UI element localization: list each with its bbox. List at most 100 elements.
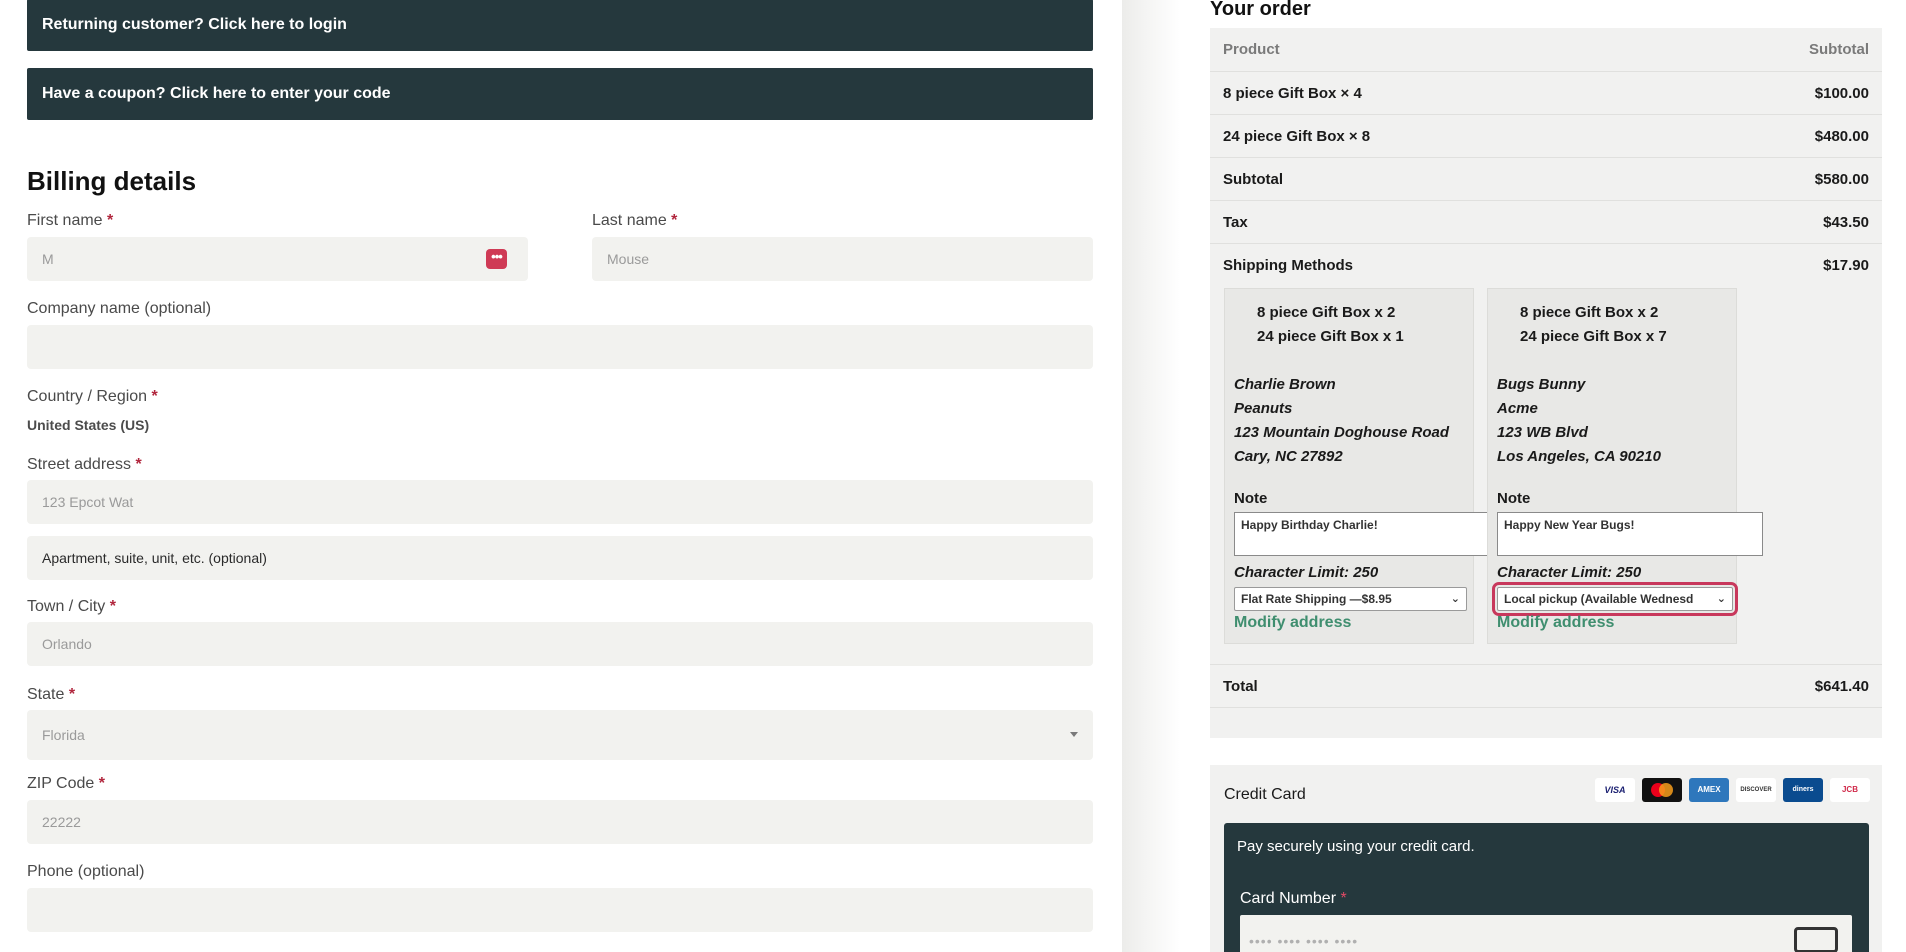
first-name-input[interactable]: M ••• — [27, 237, 528, 281]
shipping-method-select[interactable]: Flat Rate Shipping —$8.95 ⌄ — [1234, 587, 1467, 611]
street-address-value: 123 Epcot Wat — [42, 494, 134, 510]
town-city-label: Town / City * — [27, 598, 116, 616]
required-mark: * — [135, 456, 142, 473]
tax-value: $43.50 — [1823, 214, 1869, 231]
street-address-input[interactable]: 123 Epcot Wat — [27, 480, 1093, 524]
card-number-label: Card Number * — [1240, 890, 1347, 908]
address-line: Peanuts — [1234, 400, 1293, 417]
password-manager-icon[interactable]: ••• — [486, 249, 507, 269]
required-mark: * — [68, 686, 76, 703]
chevron-down-icon: ⌄ — [1450, 593, 1460, 605]
modify-address-link[interactable]: Modify address — [1234, 614, 1351, 632]
shipping-package-2: 8 piece Gift Box x 2 24 piece Gift Box x… — [1487, 288, 1763, 644]
address-line: Charlie Brown — [1234, 376, 1336, 393]
shipping-methods-label: Shipping Methods — [1223, 257, 1353, 274]
package-address: Charlie Brown Peanuts 123 Mountain Dogho… — [1234, 373, 1449, 469]
modify-address-link[interactable]: Modify address — [1497, 614, 1614, 632]
card-number-placeholder: •••• •••• •••• •••• — [1249, 933, 1359, 949]
amex-icon: AMEX — [1689, 778, 1729, 802]
total-label: Total — [1223, 678, 1258, 695]
state-label: State * — [27, 686, 75, 704]
tax-row: Tax $43.50 — [1210, 200, 1882, 243]
package-items: 8 piece Gift Box x 2 24 piece Gift Box x… — [1520, 301, 1667, 349]
required-mark: * — [109, 598, 116, 615]
zip-code-value: 22222 — [42, 814, 81, 830]
zip-code-label-text: ZIP Code — [27, 775, 95, 792]
company-name-input[interactable] — [27, 325, 1093, 369]
subtotal-label: Subtotal — [1223, 171, 1283, 188]
jcb-icon: JCB — [1830, 778, 1870, 802]
town-city-input[interactable]: Orlando — [27, 622, 1093, 666]
pay-securely-text: Pay securely using your credit card. — [1237, 838, 1475, 855]
last-name-input[interactable]: Mouse — [592, 237, 1093, 281]
diners-club-icon: diners — [1783, 778, 1823, 802]
town-city-label-text: Town / City — [27, 598, 106, 615]
address-line: Acme — [1497, 400, 1538, 417]
returning-customer-login-notice[interactable]: Returning customer? Click here to login — [27, 0, 1093, 51]
order-item-price: $480.00 — [1814, 128, 1869, 145]
subtotal-value: $580.00 — [1814, 171, 1869, 188]
mastercard-icon — [1642, 778, 1682, 802]
order-table-divider — [1210, 707, 1882, 708]
billing-details-title: Billing details — [27, 166, 197, 196]
order-item-row: 8 piece Gift Box × 4 $100.00 — [1210, 71, 1882, 114]
company-name-label-text: Company name (optional) — [27, 300, 212, 317]
zip-code-label: ZIP Code * — [27, 775, 105, 793]
order-item-price: $100.00 — [1814, 85, 1869, 102]
required-mark: * — [1340, 890, 1347, 907]
package-item-line: 8 piece Gift Box x 2 — [1257, 304, 1396, 321]
state-value: Florida — [42, 727, 85, 743]
apartment-suite-placeholder: Apartment, suite, unit, etc. (optional) — [42, 550, 267, 566]
shipping-method-select[interactable]: Local pickup (Available Wednesd ⌄ — [1492, 582, 1738, 616]
shipping-methods-value: $17.90 — [1823, 257, 1869, 274]
discover-icon: DISCOVER — [1736, 778, 1776, 802]
product-column-header: Product — [1223, 41, 1280, 58]
tax-label: Tax — [1223, 214, 1248, 231]
gift-note-textarea[interactable]: Happy New Year Bugs! — [1497, 512, 1763, 556]
required-mark: * — [107, 212, 114, 229]
address-line: Bugs Bunny — [1497, 376, 1586, 393]
package-address: Bugs Bunny Acme 123 WB Blvd Los Angeles,… — [1497, 373, 1661, 469]
address-line: 123 Mountain Doghouse Road — [1234, 424, 1450, 441]
package-item-line: 24 piece Gift Box x 1 — [1257, 328, 1404, 345]
character-limit-text: Character Limit: 250 — [1234, 564, 1379, 581]
required-mark: * — [98, 775, 105, 792]
order-item-row: 24 piece Gift Box × 8 $480.00 — [1210, 114, 1882, 157]
order-item-name: 24 piece Gift Box × 8 — [1223, 128, 1371, 145]
zip-code-input[interactable]: 22222 — [27, 800, 1093, 844]
mastercard-circles-icon — [1651, 783, 1673, 797]
coupon-notice[interactable]: Have a coupon? Click here to enter your … — [27, 68, 1093, 120]
credit-card-title: Credit Card — [1224, 786, 1306, 803]
shipping-method-value: Local pickup (Available Wednesd — [1504, 592, 1694, 606]
address-line: Los Angeles, CA 90210 — [1497, 448, 1661, 465]
state-label-text: State — [27, 686, 65, 703]
first-name-label-text: First name — [27, 212, 103, 229]
country-region-label-text: Country / Region — [27, 388, 148, 405]
phone-input[interactable] — [27, 888, 1093, 932]
subtotal-row: Subtotal $580.00 — [1210, 157, 1882, 200]
package-item-line: 24 piece Gift Box x 7 — [1520, 328, 1667, 345]
note-label: Note — [1497, 490, 1531, 507]
company-name-label: Company name (optional) — [27, 300, 211, 318]
column-divider — [1122, 0, 1180, 952]
dropdown-arrow-icon — [1070, 732, 1078, 737]
address-line: 123 WB Blvd — [1497, 424, 1588, 441]
last-name-value: Mouse — [607, 251, 650, 267]
street-address-label: Street address * — [27, 456, 142, 474]
visa-icon: VISA — [1595, 778, 1635, 802]
character-limit-text: Character Limit: 250 — [1497, 564, 1642, 581]
required-mark: * — [671, 212, 678, 229]
shipping-method-value: Flat Rate Shipping —$8.95 — [1241, 592, 1392, 606]
apartment-suite-input[interactable]: Apartment, suite, unit, etc. (optional) — [27, 536, 1093, 580]
first-name-label: First name * — [27, 212, 113, 230]
subtotal-column-header: Subtotal — [1809, 41, 1869, 58]
country-region-value: United States (US) — [27, 417, 150, 433]
address-line: Cary, NC 27892 — [1234, 448, 1343, 465]
last-name-label: Last name * — [592, 212, 677, 230]
country-region-label: Country / Region * — [27, 388, 158, 406]
gift-note-textarea[interactable]: Happy Birthday Charlie! — [1234, 512, 1500, 556]
card-number-label-text: Card Number — [1240, 890, 1337, 907]
last-name-label-text: Last name — [592, 212, 667, 229]
note-label: Note — [1234, 490, 1268, 507]
state-select[interactable]: Florida — [27, 710, 1093, 760]
